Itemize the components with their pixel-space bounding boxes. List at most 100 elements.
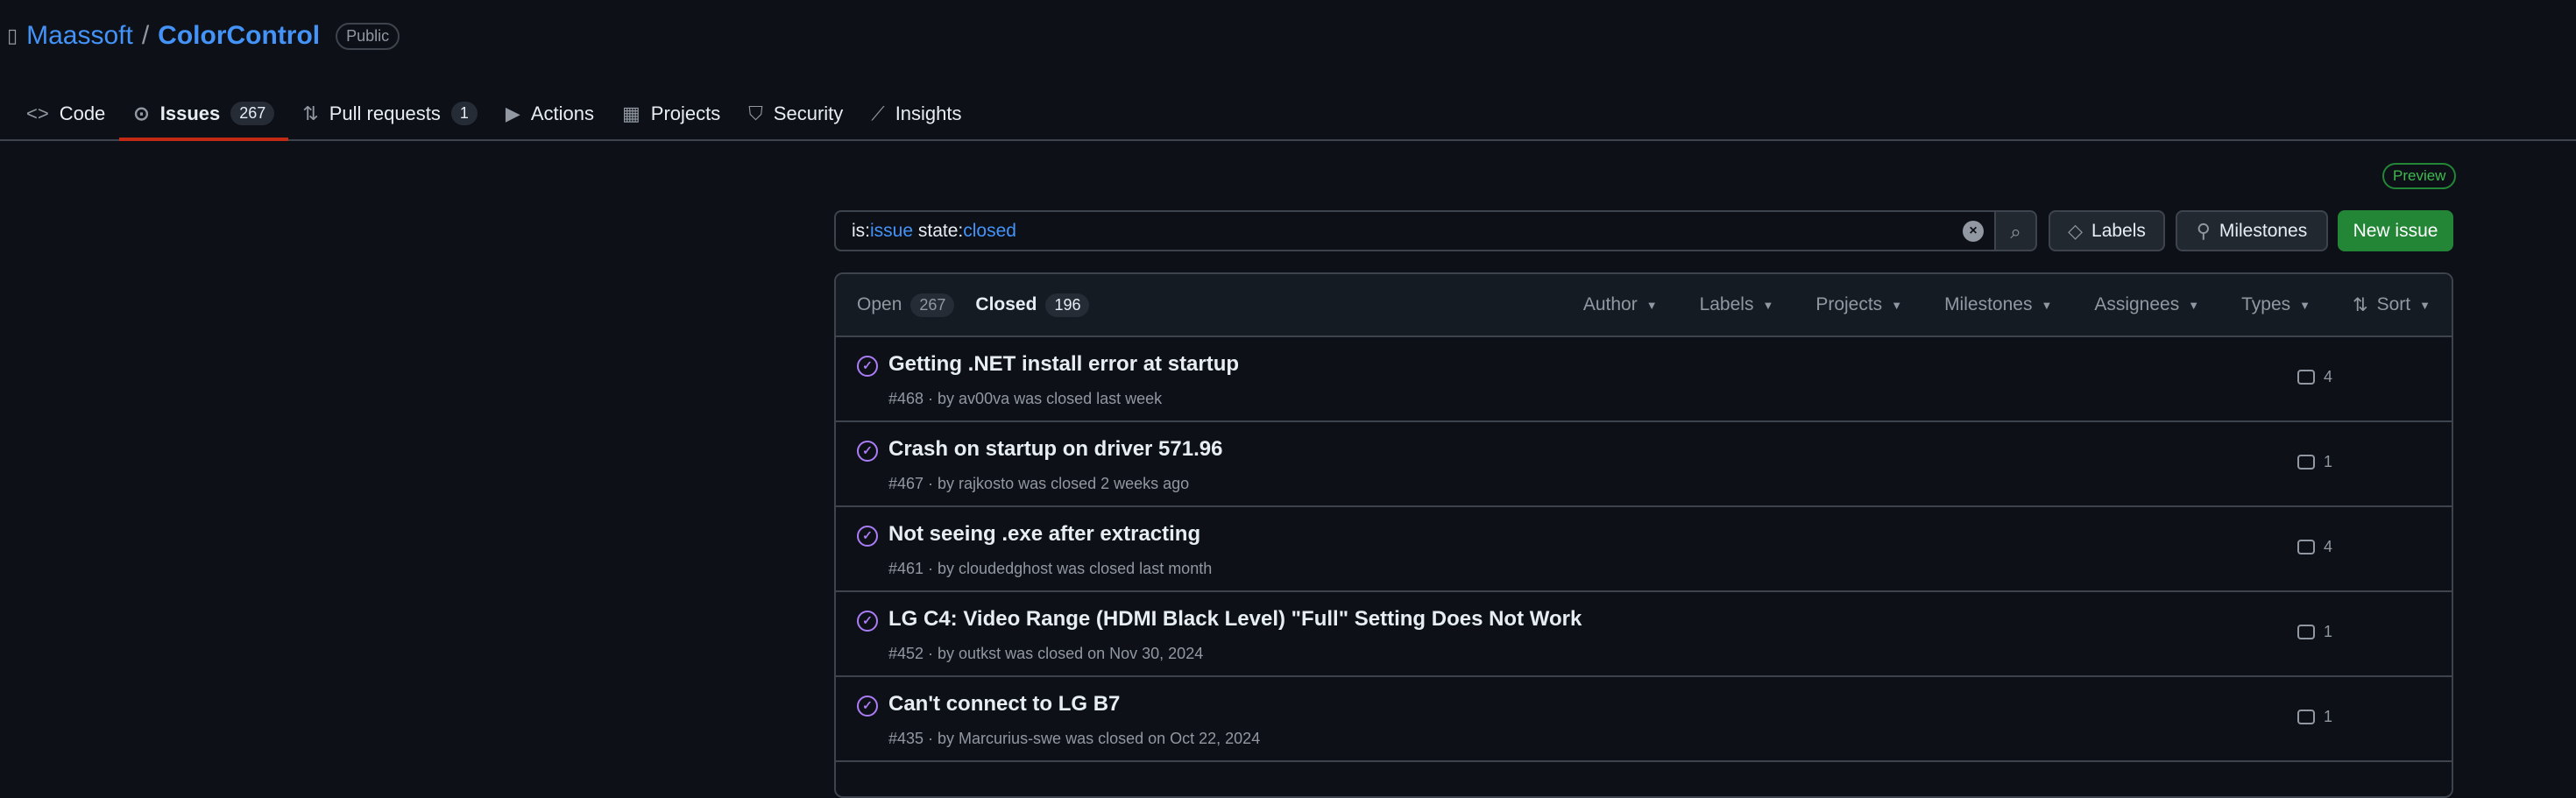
query-key: is: [852, 220, 870, 241]
filter-label: Labels [1699, 294, 1754, 314]
milestones-label: Milestones [2219, 220, 2308, 241]
tab-label: Projects [650, 102, 721, 124]
preview-badge: Preview [2382, 163, 2457, 189]
milestones-filter[interactable]: Milestones ▼ [1944, 294, 2052, 316]
issue-meta: #435 · by Marcurius-swe was closed on Oc… [888, 730, 1261, 747]
new-issue-button[interactable]: New issue [2338, 210, 2453, 251]
clear-search-icon[interactable]: × [1963, 221, 1984, 242]
filter-label: Author [1582, 294, 1638, 314]
tab-label: Actions [530, 102, 594, 124]
filter-label: Projects [1815, 294, 1883, 314]
issue-meta: #467 · by rajkosto was closed 2 weeks ag… [888, 475, 1190, 492]
comment-icon [2297, 710, 2315, 724]
comment-icon [2297, 540, 2315, 554]
closed-count: 196 [1045, 293, 1090, 317]
repo-icon: ▯ [7, 25, 18, 46]
comment-icon [2297, 455, 2315, 470]
labels-button[interactable]: ◇ Labels [2049, 210, 2165, 251]
play-icon: ▶ [505, 102, 520, 124]
types-filter[interactable]: Types ▼ [2241, 294, 2311, 316]
issue-icon: ⊙ [133, 102, 150, 124]
query-value: issue [870, 220, 914, 241]
graph-icon: ⟋ [871, 102, 885, 124]
tab-security[interactable]: ⛉ Security [734, 88, 857, 139]
search-icon: ⌕ [2010, 221, 2021, 243]
issue-meta: #452 · by outkst was closed on Nov 30, 2… [888, 645, 1204, 662]
caret-down-icon: ▼ [1645, 298, 1658, 312]
search-input[interactable]: is: issue state: closed × [834, 210, 1996, 251]
repo-name-link[interactable]: ColorControl [158, 21, 320, 51]
issue-meta: #468 · by av00va was closed last week [888, 390, 1163, 407]
issue-title-link[interactable]: Can't connect to LG B7 [888, 692, 1120, 717]
comment-count: 4 [2324, 368, 2333, 385]
issue-row[interactable]: ✓ LG C4: Video Range (HDMI Black Level) … [836, 592, 2452, 677]
issue-title-link[interactable]: LG C4: Video Range (HDMI Black Level) "F… [888, 607, 1582, 632]
closed-issue-icon: ✓ [857, 441, 878, 462]
filter-label: Sort [2376, 294, 2411, 314]
milestone-icon: ⚲ [2196, 219, 2211, 242]
shield-icon: ⛉ [748, 102, 763, 124]
sort-filter[interactable]: ⇅ Sort ▼ [2353, 294, 2431, 316]
comment-icon [2297, 370, 2315, 385]
comment-icon [2297, 625, 2315, 639]
query-value: closed [963, 220, 1016, 241]
comment-count: 1 [2324, 453, 2333, 470]
issue-row[interactable]: ✓ Can't connect to LG B7 #435 · by Marcu… [836, 677, 2452, 762]
sort-icon: ⇅ [2353, 294, 2368, 315]
open-label: Open [857, 294, 902, 314]
tag-icon: ◇ [2068, 219, 2084, 242]
tab-label: Code [59, 102, 106, 124]
comments-link[interactable]: 4 [2297, 368, 2332, 386]
tab-code[interactable]: <> Code [12, 88, 119, 139]
list-header: Open 267 Closed 196 Author ▼ Labels ▼ Projec… [836, 274, 2452, 337]
comments-link[interactable]: 1 [2297, 708, 2332, 726]
comment-count: 4 [2324, 538, 2333, 555]
separator: / [141, 21, 150, 50]
tab-issues[interactable]: ⊙ Issues 267 [119, 88, 289, 141]
milestones-button[interactable]: ⚲ Milestones [2176, 210, 2328, 251]
caret-down-icon: ▼ [1762, 298, 1774, 312]
code-icon: <> [26, 102, 49, 124]
tab-projects[interactable]: ▦ Projects [608, 88, 734, 139]
issue-title-link[interactable]: Not seeing .exe after extracting [888, 522, 1200, 547]
tab-label: Issues [159, 102, 221, 124]
tab-label: Pull requests [329, 102, 441, 124]
issue-row[interactable]: ✓ Crash on startup on driver 571.96 #467… [836, 422, 2452, 507]
tab-pull-requests[interactable]: ⇅ Pull requests 1 [288, 88, 492, 139]
open-count: 267 [910, 293, 955, 317]
pull-request-icon: ⇅ [302, 102, 319, 124]
caret-down-icon: ▼ [2041, 298, 2053, 312]
issue-row[interactable]: ✓ Getting .NET install error at startup … [836, 337, 2452, 422]
closed-label: Closed [975, 294, 1037, 314]
comment-count: 1 [2324, 708, 2333, 725]
pr-count: 1 [450, 102, 478, 125]
open-filter[interactable]: Open 267 [857, 293, 955, 317]
issues-count: 267 [230, 102, 275, 125]
assignees-filter[interactable]: Assignees ▼ [2094, 294, 2199, 316]
comments-link[interactable]: 1 [2297, 623, 2332, 641]
tab-actions[interactable]: ▶ Actions [492, 88, 608, 139]
filter-label: Types [2241, 294, 2291, 314]
issues-list: Open 267 Closed 196 Author ▼ Labels ▼ Projec… [834, 272, 2453, 798]
table-icon: ▦ [622, 102, 640, 124]
tab-label: Insights [895, 102, 962, 124]
issue-title-link[interactable]: Crash on startup on driver 571.96 [888, 437, 1222, 462]
comments-link[interactable]: 4 [2297, 538, 2332, 556]
author-filter[interactable]: Author ▼ [1583, 294, 1658, 316]
visibility-badge: Public [336, 22, 400, 50]
tab-insights[interactable]: ⟋ Insights [857, 88, 975, 139]
caret-down-icon: ▼ [2419, 298, 2431, 312]
comments-link[interactable]: 1 [2297, 453, 2332, 471]
filter-label: Assignees [2094, 294, 2180, 314]
issue-meta: #461 · by cloudedghost was closed last m… [888, 560, 1213, 577]
closed-filter[interactable]: Closed 196 [975, 293, 1090, 317]
labels-filter[interactable]: Labels ▼ [1700, 294, 1774, 316]
filter-label: Milestones [1944, 294, 2033, 314]
issue-title-link[interactable]: Getting .NET install error at startup [888, 352, 1239, 377]
repo-owner-link[interactable]: Maassoft [26, 21, 133, 51]
repo-nav: <> Code ⊙ Issues 267 ⇅ Pull requests 1 ▶ Actio… [0, 88, 2576, 141]
projects-filter[interactable]: Projects ▼ [1815, 294, 1902, 316]
search-button[interactable]: ⌕ [1996, 210, 2037, 251]
closed-issue-icon: ✓ [857, 696, 878, 717]
issue-row[interactable]: ✓ Not seeing .exe after extracting #461 … [836, 507, 2452, 592]
